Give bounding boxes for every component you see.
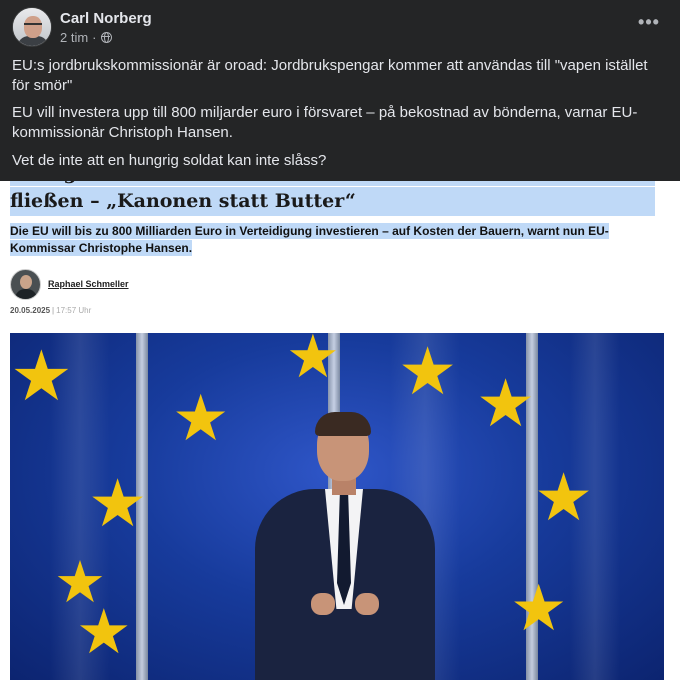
post-author-name[interactable]: Carl Norberg bbox=[60, 10, 152, 27]
post-meta: 2 tim · bbox=[60, 30, 112, 45]
date-separator: | bbox=[52, 306, 55, 315]
article-date: 20.05.2025 bbox=[10, 306, 51, 315]
meta-separator: · bbox=[92, 30, 97, 45]
article-headline: fließen – „Kanonen statt Butter“ bbox=[10, 187, 655, 216]
eu-star-icon: ★ bbox=[476, 365, 536, 442]
article-dateline: 20.05.2025 | 17:57 Uhr bbox=[10, 306, 91, 315]
author-name-link[interactable]: Raphael Schmeller bbox=[48, 279, 129, 289]
article-author: Raphael Schmeller bbox=[10, 268, 129, 300]
person-portrait bbox=[255, 412, 435, 680]
author-avatar bbox=[10, 268, 41, 300]
eu-star-icon: ★ bbox=[510, 572, 568, 646]
more-options-icon[interactable]: ••• bbox=[637, 13, 661, 34]
eu-star-icon: ★ bbox=[172, 382, 230, 456]
post-paragraph: EU:s jordbrukskommissionär är oroad: Jor… bbox=[12, 57, 648, 94]
post-timestamp[interactable]: 2 tim bbox=[60, 30, 88, 45]
article-subheadline: Die EU will bis zu 800 Milliarden Euro i… bbox=[10, 223, 609, 256]
eu-star-icon: ★ bbox=[286, 333, 340, 392]
article-photo: ★ ★ ★ ★ ★ ★ ★ ★ ★ ★ bbox=[10, 333, 664, 680]
eu-star-icon: ★ bbox=[10, 335, 73, 417]
profile-avatar[interactable] bbox=[12, 7, 52, 47]
eu-star-icon: ★ bbox=[76, 595, 132, 668]
article-time: 17:57 Uhr bbox=[56, 306, 92, 315]
eu-star-icon: ★ bbox=[88, 465, 148, 542]
post-paragraph: Vet de inte att en hungrig soldat kan in… bbox=[12, 152, 327, 169]
globe-icon[interactable] bbox=[100, 32, 112, 43]
facebook-post: Carl Norberg 2 tim · ••• EU:s jordbruksk… bbox=[0, 0, 680, 181]
eu-star-icon: ★ bbox=[534, 459, 594, 536]
eu-star-icon: ★ bbox=[398, 333, 458, 410]
post-paragraph: EU vill investera upp till 800 miljarder… bbox=[12, 104, 638, 141]
